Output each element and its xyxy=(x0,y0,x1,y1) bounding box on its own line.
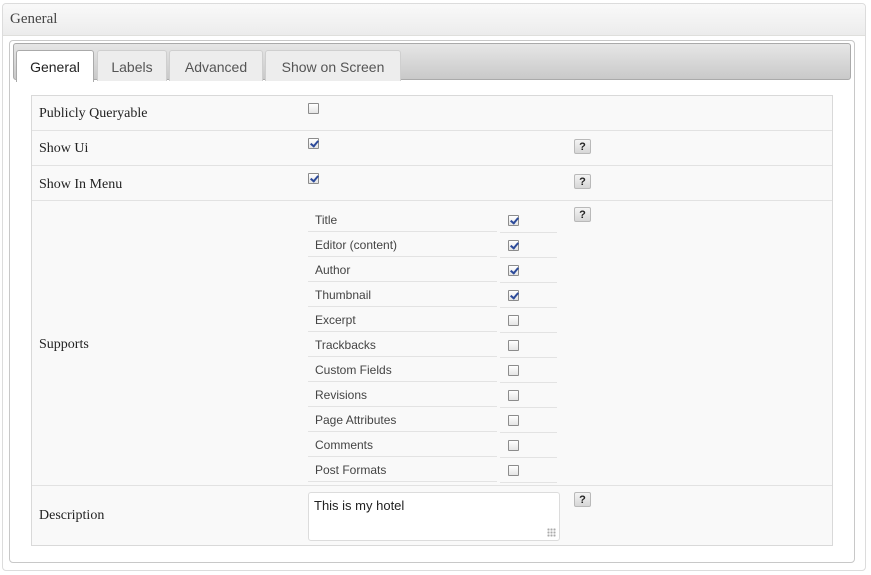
support-post-formats-checkbox[interactable] xyxy=(508,465,519,476)
row-description: Description This is my hotel ? xyxy=(32,486,832,546)
show-in-menu-checkbox[interactable] xyxy=(308,173,319,184)
support-item: Trackbacks xyxy=(308,333,558,358)
support-item: Page Attributes xyxy=(308,408,558,433)
show-ui-help-button[interactable]: ? xyxy=(574,139,591,154)
support-author-checkbox[interactable] xyxy=(508,265,519,276)
panel-title: General xyxy=(3,4,865,36)
row-publicly-queryable: Publicly Queryable xyxy=(32,96,832,131)
tab-general[interactable]: General xyxy=(16,50,94,82)
description-label: Description xyxy=(39,508,105,523)
support-item-label: Trackbacks xyxy=(308,333,497,357)
support-item: Editor (content) xyxy=(308,233,558,258)
support-item-cell xyxy=(500,283,557,308)
row-show-ui: Show Ui ? xyxy=(32,131,832,166)
resize-grip-icon[interactable] xyxy=(547,528,556,537)
description-text: This is my hotel xyxy=(314,498,405,513)
support-excerpt-checkbox[interactable] xyxy=(508,315,519,326)
support-page-attributes-checkbox[interactable] xyxy=(508,415,519,426)
supports-help-button[interactable]: ? xyxy=(574,207,591,222)
show-ui-label: Show Ui xyxy=(39,141,89,156)
show-ui-checkbox[interactable] xyxy=(308,138,319,149)
support-title-checkbox[interactable] xyxy=(508,215,519,226)
support-custom-fields-checkbox[interactable] xyxy=(508,365,519,376)
support-item: Title xyxy=(308,208,558,233)
tab-labels[interactable]: Labels xyxy=(97,50,167,81)
show-in-menu-help-button[interactable]: ? xyxy=(574,174,591,189)
support-editor-checkbox[interactable] xyxy=(508,240,519,251)
supports-label: Supports xyxy=(39,337,89,352)
support-item-label: Custom Fields xyxy=(308,358,497,382)
support-trackbacks-checkbox[interactable] xyxy=(508,340,519,351)
support-item-cell xyxy=(500,308,557,333)
publicly-queryable-checkbox[interactable] xyxy=(308,103,319,114)
support-item-label: Comments xyxy=(308,433,497,457)
support-item: Thumbnail xyxy=(308,283,558,308)
support-revisions-checkbox[interactable] xyxy=(508,390,519,401)
support-item: Comments xyxy=(308,433,558,458)
show-in-menu-label: Show In Menu xyxy=(39,177,123,192)
support-thumbnail-checkbox[interactable] xyxy=(508,290,519,301)
tab-show-on-screen[interactable]: Show on Screen xyxy=(265,50,401,81)
support-item-cell xyxy=(500,458,557,483)
support-item: Excerpt xyxy=(308,308,558,333)
support-item-cell xyxy=(500,433,557,458)
support-item-cell xyxy=(500,333,557,358)
support-item-label: Thumbnail xyxy=(308,283,497,307)
tab-bar: General Labels Advanced Show on Screen xyxy=(13,43,851,82)
support-item-label: Title xyxy=(308,208,497,232)
support-item-label: Page Attributes xyxy=(308,408,497,432)
description-textarea[interactable]: This is my hotel xyxy=(308,492,560,541)
support-item: Revisions xyxy=(308,383,558,408)
row-show-in-menu: Show In Menu ? xyxy=(32,166,832,201)
tab-advanced[interactable]: Advanced xyxy=(169,50,263,81)
support-item-cell xyxy=(500,408,557,433)
support-item: Author xyxy=(308,258,558,283)
support-item-cell xyxy=(500,233,557,258)
support-item-cell xyxy=(500,258,557,283)
settings-form: Publicly Queryable Show Ui ? Show In Men… xyxy=(31,95,833,546)
support-item-label: Author xyxy=(308,258,497,282)
support-item-cell xyxy=(500,383,557,408)
publicly-queryable-label: Publicly Queryable xyxy=(39,106,148,121)
support-item-cell xyxy=(500,208,557,233)
support-item-label: Post Formats xyxy=(308,458,497,482)
tabs-container: General Labels Advanced Show on Screen P… xyxy=(9,40,855,563)
description-help-button[interactable]: ? xyxy=(574,492,591,507)
support-item: Post Formats xyxy=(308,458,558,483)
support-comments-checkbox[interactable] xyxy=(508,440,519,451)
support-item-label: Revisions xyxy=(308,383,497,407)
support-item-label: Excerpt xyxy=(308,308,497,332)
support-item-label: Editor (content) xyxy=(308,233,497,257)
row-supports: Supports ? Title Editor (content) Author… xyxy=(32,201,832,486)
support-item: Custom Fields xyxy=(308,358,558,383)
support-item-cell xyxy=(500,358,557,383)
